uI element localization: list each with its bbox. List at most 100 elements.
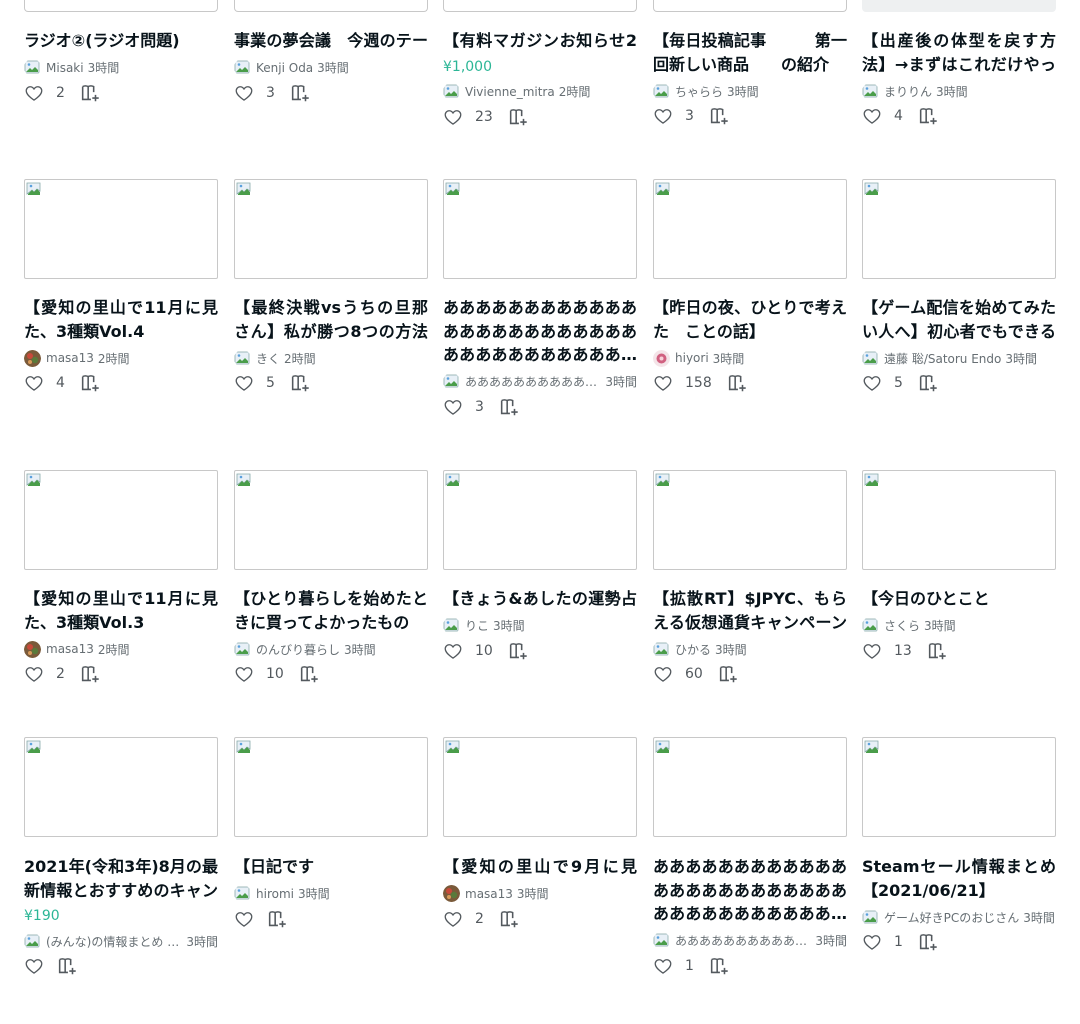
card-thumbnail[interactable] (653, 0, 847, 12)
card-title[interactable]: 【昨日の夜、ひとりで考えた ことの話】 (653, 296, 847, 343)
card-title[interactable]: 【拡散RT】$JPYC、もらえる仮想通貨キャンペーンのお知らせ、まとめて紹介しま… (653, 587, 847, 634)
card-author[interactable]: ひかる 3時間 (653, 640, 847, 658)
card-author[interactable]: Kenji Oda 3時間 (234, 59, 428, 77)
add-to-magazine-icon[interactable] (708, 105, 730, 127)
card-author[interactable]: ああああああああああああああああああ 3時間 (653, 932, 847, 950)
card-thumbnail[interactable] (234, 737, 428, 837)
avatar[interactable] (653, 932, 670, 949)
card-title[interactable]: 【最終決戦vsうちの旦那さん】私が勝つ8つの方法を挙げてみた-7 (234, 296, 428, 343)
card-author[interactable]: きく 2時間 (234, 349, 428, 367)
card-author[interactable]: Misaki 3時間 (24, 59, 218, 77)
avatar[interactable] (443, 617, 460, 634)
add-to-magazine-icon[interactable] (289, 372, 311, 394)
heart-outline-icon[interactable] (24, 956, 44, 976)
heart-outline-icon[interactable] (653, 956, 673, 976)
card-author[interactable]: 遠藤 聡/Satoru Endo 3時間 (862, 349, 1056, 367)
card-thumbnail[interactable] (862, 470, 1056, 570)
author-name[interactable]: hiromi (256, 887, 294, 901)
card-thumbnail[interactable] (653, 179, 847, 279)
add-to-magazine-icon[interactable] (79, 372, 101, 394)
author-name[interactable]: masa13 (46, 642, 94, 656)
card-author[interactable]: Vivienne_mitra 2時間 (443, 83, 637, 101)
card-author[interactable]: まりりん 3時間 (862, 82, 1056, 100)
author-name[interactable]: Kenji Oda (256, 61, 313, 75)
author-name[interactable]: (みんな)の情報まとめ ねこねこちゃんねる (46, 933, 182, 950)
author-name[interactable]: さくら (884, 617, 920, 634)
heart-outline-icon[interactable] (653, 373, 673, 393)
heart-outline-icon[interactable] (862, 932, 882, 952)
card-thumbnail[interactable] (443, 179, 637, 279)
add-to-magazine-icon[interactable] (708, 955, 730, 977)
heart-outline-icon[interactable] (653, 664, 673, 684)
card-author[interactable]: masa13 2時間 (24, 640, 218, 658)
author-name[interactable]: りこ (465, 617, 489, 634)
author-name[interactable]: Vivienne_mitra (465, 85, 555, 99)
add-to-magazine-icon[interactable] (917, 372, 939, 394)
author-name[interactable]: ひかる (675, 641, 711, 658)
add-to-magazine-icon[interactable] (298, 663, 320, 685)
avatar[interactable] (862, 617, 879, 634)
avatar[interactable] (234, 641, 251, 658)
add-to-magazine-icon[interactable] (917, 931, 939, 953)
add-to-magazine-icon[interactable] (79, 663, 101, 685)
avatar[interactable] (862, 83, 879, 100)
avatar[interactable] (653, 83, 670, 100)
heart-outline-icon[interactable] (24, 83, 44, 103)
card-author[interactable]: hiyori 3時間 (653, 349, 847, 367)
author-name[interactable]: hiyori (675, 351, 709, 365)
card-author[interactable]: ああああああああああああああああああ 3時間 (443, 373, 637, 391)
heart-outline-icon[interactable] (234, 83, 254, 103)
add-to-magazine-icon[interactable] (79, 82, 101, 104)
add-to-magazine-icon[interactable] (498, 908, 520, 930)
heart-outline-icon[interactable] (443, 641, 463, 661)
avatar[interactable] (234, 885, 251, 902)
card-title[interactable]: ああああああああああああああああああああああああああああああああああああああああ… (443, 296, 637, 367)
avatar[interactable] (24, 59, 41, 76)
card-title[interactable]: 【有料マガジンお知らせ2021】 (443, 29, 637, 53)
heart-outline-icon[interactable] (862, 106, 882, 126)
card-title[interactable]: 事業の夢会議 今週のテーマ「スタ (234, 29, 428, 53)
heart-outline-icon[interactable] (24, 373, 44, 393)
add-to-magazine-icon[interactable] (507, 106, 529, 128)
author-name[interactable]: Misaki (46, 61, 84, 75)
card-title[interactable]: 【日記です (234, 855, 428, 879)
card-thumbnail[interactable] (443, 0, 637, 12)
add-to-magazine-icon[interactable] (289, 82, 311, 104)
card-title[interactable]: 【今日のひとこと (862, 587, 1056, 611)
heart-outline-icon[interactable] (862, 641, 882, 661)
card-thumbnail[interactable] (443, 470, 637, 570)
avatar[interactable] (234, 59, 251, 76)
card-thumbnail[interactable] (24, 737, 218, 837)
card-title[interactable]: 【ひとり暮らしを始めたときに買ってよかったもの (234, 587, 428, 634)
card-author[interactable]: さくら 3時間 (862, 617, 1056, 635)
add-to-magazine-icon[interactable] (717, 663, 739, 685)
card-author[interactable]: ゲーム好きPCのおじさん 3時間 (862, 908, 1056, 926)
card-author[interactable]: ちゃらら 3時間 (653, 82, 847, 100)
card-author[interactable]: hiromi 3時間 (234, 885, 428, 903)
heart-outline-icon[interactable] (443, 107, 463, 127)
card-thumbnail[interactable] (24, 470, 218, 570)
card-title[interactable]: 【出産後の体型を戻す方法】→まずはこれだけやってみてください (862, 29, 1056, 76)
heart-outline-icon[interactable] (862, 373, 882, 393)
card-thumbnail[interactable] (862, 737, 1056, 837)
heart-outline-icon[interactable] (234, 909, 254, 929)
heart-outline-icon[interactable] (234, 664, 254, 684)
author-name[interactable]: masa13 (46, 351, 94, 365)
card-title[interactable]: 【ゲーム配信を始めてみたい人へ】初心者でもできる方法を解説、未経験OK】 (862, 296, 1056, 343)
card-title[interactable]: 【愛知の里山で9月に見た、蝶1 (443, 855, 637, 879)
avatar[interactable] (24, 933, 41, 950)
add-to-magazine-icon[interactable] (507, 640, 529, 662)
author-name[interactable]: ああああああああああああああああああ (675, 932, 811, 949)
add-to-magazine-icon[interactable] (266, 908, 288, 930)
avatar[interactable] (862, 350, 879, 367)
add-to-magazine-icon[interactable] (56, 955, 78, 977)
avatar[interactable] (443, 885, 460, 902)
author-name[interactable]: 遠藤 聡/Satoru Endo (884, 350, 1001, 367)
avatar[interactable] (653, 641, 670, 658)
author-name[interactable]: きく (256, 350, 280, 367)
card-thumbnail[interactable] (862, 0, 1056, 12)
author-name[interactable]: のんびり暮らし (256, 641, 340, 658)
card-thumbnail[interactable] (234, 179, 428, 279)
card-thumbnail[interactable] (24, 0, 218, 12)
heart-outline-icon[interactable] (443, 397, 463, 417)
